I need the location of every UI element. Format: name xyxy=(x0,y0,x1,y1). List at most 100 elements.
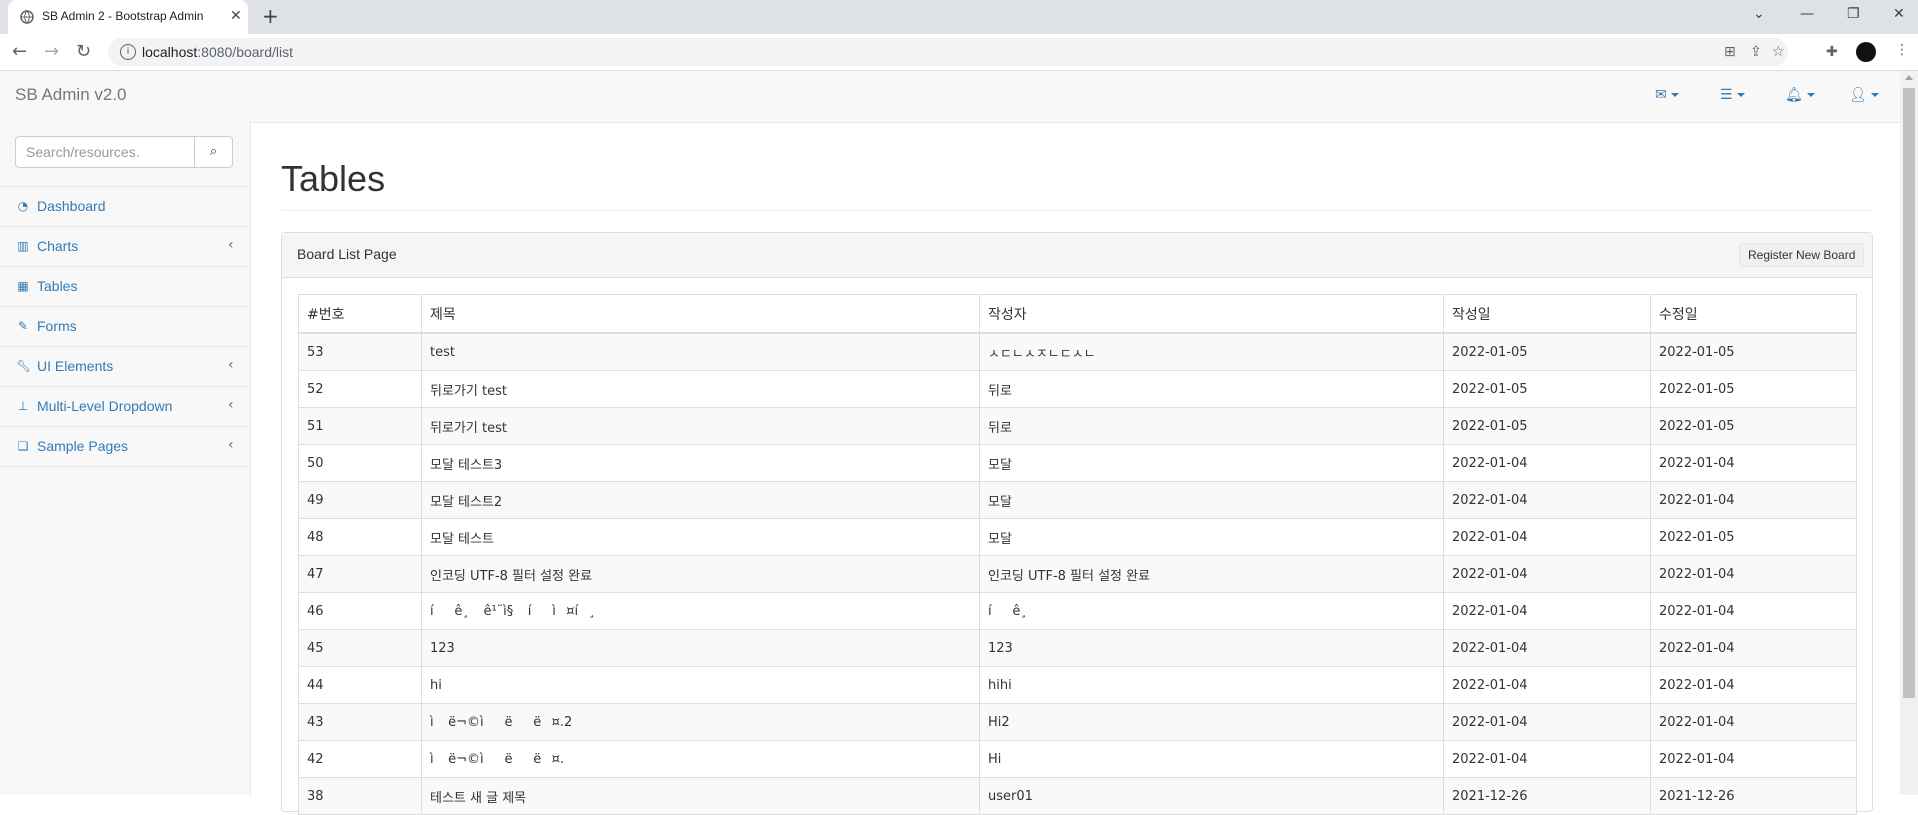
cell-title[interactable]: íê¸ ê¹¨ì§ í ì¤í¸ xyxy=(421,592,980,630)
cell-title[interactable]: hi xyxy=(421,666,980,704)
envelope-icon[interactable]: ✉ xyxy=(1655,87,1679,103)
edit-icon: ✎ xyxy=(17,319,29,333)
table-body: 53 test ㅅㄷㄴㅅㅈㄴㄷㅅㄴ 2022-01-05 2022-01-05 52 뒤로가… xyxy=(298,332,1857,815)
cell-regdate: 2022-01-04 xyxy=(1443,740,1651,778)
translate-icon[interactable]: ⊞ xyxy=(1724,44,1740,60)
cell-title[interactable]: ì ë¬©ìëë¤. xyxy=(421,740,980,778)
table-row[interactable]: 50 모달 테스트3 모달 2022-01-04 2022-01-04 xyxy=(298,444,1857,482)
cell-number: 42 xyxy=(298,740,422,778)
cell-title[interactable]: 인코딩 UTF-8 필터 설정 완료 xyxy=(421,555,980,593)
search-input[interactable]: Search/resources. xyxy=(15,136,195,168)
search-button[interactable]: ⌕ xyxy=(195,136,233,168)
url-text[interactable]: localhost:8080/board/list xyxy=(142,44,293,60)
sidebar-item-label: Forms xyxy=(37,318,77,334)
cell-title[interactable]: 뒤로가기 test xyxy=(421,370,980,408)
cell-writer: ㅅㄷㄴㅅㅈㄴㄷㅅㄴ xyxy=(979,332,1444,371)
bar-chart-icon: ▥ xyxy=(17,239,29,253)
forward-icon[interactable]: → xyxy=(44,41,59,62)
table-row[interactable]: 43 ì ë¬©ìëë¤.2 Hi2 2022-01-04 2022-01-… xyxy=(298,703,1857,741)
brand-title[interactable]: SB Admin v2.0 xyxy=(15,85,127,105)
cell-number: 48 xyxy=(298,518,422,556)
cell-regdate: 2022-01-05 xyxy=(1443,332,1651,371)
share-icon[interactable]: ⇪ xyxy=(1750,44,1766,60)
table-row[interactable]: 45 123 123 2022-01-04 2022-01-04 xyxy=(298,629,1857,667)
browser-tab[interactable]: SB Admin 2 - Bootstrap Admin ✕ xyxy=(8,0,248,34)
table-row[interactable]: 48 모달 테스트 모달 2022-01-04 2022-01-05 xyxy=(298,518,1857,556)
column-header-title[interactable]: 제목 xyxy=(421,294,980,334)
top-navbar: SB Admin v2.0 ✉ ☰ 🔔︎ 👤︎ xyxy=(0,71,1900,123)
table-row[interactable]: 38 테스트 새 글 제목 user01 2021-12-26 2021-12-26 xyxy=(298,777,1857,815)
restore-icon[interactable]: ❐ xyxy=(1847,6,1860,22)
cell-title[interactable]: test xyxy=(421,332,980,371)
sidebar-item-ui-elements[interactable]: 🔧︎ UI Elements ‹ xyxy=(0,347,250,387)
cell-title[interactable]: 123 xyxy=(421,629,980,667)
cell-title[interactable]: 테스트 새 글 제목 xyxy=(421,777,980,815)
column-header-writer[interactable]: 작성자 xyxy=(979,294,1444,334)
cell-title[interactable]: 모달 테스트2 xyxy=(421,481,980,519)
minimize-icon[interactable]: — xyxy=(1800,6,1814,22)
extensions-icon[interactable]: ✚ xyxy=(1826,44,1842,60)
cell-title[interactable]: 모달 테스트 xyxy=(421,518,980,556)
site-info-icon[interactable]: i xyxy=(120,44,136,60)
sidebar-item-sample-pages[interactable]: ❏ Sample Pages ‹ xyxy=(0,427,250,467)
cell-regdate: 2022-01-05 xyxy=(1443,407,1651,445)
page-title: Tables xyxy=(281,158,386,199)
column-header-regdate[interactable]: 작성일 xyxy=(1443,294,1651,334)
cell-writer: 인코딩 UTF-8 필터 설정 완료 xyxy=(979,555,1444,593)
window-close-icon[interactable]: ✕ xyxy=(1893,6,1905,22)
cell-updatedate: 2022-01-05 xyxy=(1650,407,1857,445)
cell-updatedate: 2022-01-04 xyxy=(1650,740,1857,778)
cell-updatedate: 2022-01-04 xyxy=(1650,629,1857,667)
register-new-board-button[interactable]: Register New Board xyxy=(1739,243,1865,267)
scroll-up-icon[interactable] xyxy=(1905,75,1913,80)
sitemap-icon: ⊥ xyxy=(17,399,29,413)
table-row[interactable]: 51 뒤로가기 test 뒤로 2022-01-05 2022-01-05 xyxy=(298,407,1857,445)
tab-close-icon[interactable]: ✕ xyxy=(230,8,242,24)
tab-search-icon[interactable]: ⌄ xyxy=(1753,6,1765,22)
browser-menu-icon[interactable]: ⋮ xyxy=(1895,42,1911,58)
sidebar-item-label: Multi-Level Dropdown xyxy=(37,398,173,414)
cell-writer: 123 xyxy=(979,629,1444,667)
table-row[interactable]: 42 ì ë¬©ìëë¤. Hi 2022-01-04 2022-01-04 xyxy=(298,740,1857,778)
user-icon[interactable]: 👤︎ xyxy=(1849,87,1879,103)
cell-writer: Hi xyxy=(979,740,1444,778)
reload-icon[interactable]: ↻ xyxy=(76,41,91,62)
cell-regdate: 2022-01-04 xyxy=(1443,629,1651,667)
sidebar-item-label: Tables xyxy=(37,278,78,294)
column-header-updatedate[interactable]: 수정일 xyxy=(1650,294,1857,334)
address-bar[interactable]: i localhost:8080/board/list ⊞ ⇪ ☆ xyxy=(108,38,1788,66)
table-row[interactable]: 53 test ㅅㄷㄴㅅㅈㄴㄷㅅㄴ 2022-01-05 2022-01-05 xyxy=(298,332,1857,371)
cell-title[interactable]: 뒤로가기 test xyxy=(421,407,980,445)
page-scrollbar[interactable] xyxy=(1900,71,1918,795)
bell-icon[interactable]: 🔔︎ xyxy=(1785,87,1815,103)
table-row[interactable]: 44 hi hihi 2022-01-04 2022-01-04 xyxy=(298,666,1857,704)
cell-regdate: 2021-12-26 xyxy=(1443,777,1651,815)
table-row[interactable]: 52 뒤로가기 test 뒤로 2022-01-05 2022-01-05 xyxy=(298,370,1857,408)
cell-title[interactable]: ì ë¬©ìëë¤.2 xyxy=(421,703,980,741)
cell-title[interactable]: 모달 테스트3 xyxy=(421,444,980,482)
browser-tabstrip: SB Admin 2 - Bootstrap Admin ✕ + ⌄ — ❐ ✕ xyxy=(0,0,1918,34)
cell-regdate: 2022-01-04 xyxy=(1443,703,1651,741)
chevron-left-icon: ‹ xyxy=(228,357,234,373)
bookmark-star-icon[interactable]: ☆ xyxy=(1772,44,1788,60)
url-path: :8080/board/list xyxy=(197,44,293,60)
sidebar-item-forms[interactable]: ✎ Forms xyxy=(0,307,250,347)
sidebar-item-dashboard[interactable]: ◔ Dashboard xyxy=(0,187,250,227)
column-header-number[interactable]: #번호 xyxy=(298,294,422,334)
globe-icon xyxy=(20,10,34,24)
table-row[interactable]: 47 인코딩 UTF-8 필터 설정 완료 인코딩 UTF-8 필터 설정 완료 20… xyxy=(298,555,1857,593)
sidebar-item-tables[interactable]: ▦ Tables xyxy=(0,267,250,307)
sidebar-item-multi-level-dropdown[interactable]: ⊥ Multi-Level Dropdown ‹ xyxy=(0,387,250,427)
cell-regdate: 2022-01-04 xyxy=(1443,666,1651,704)
cell-number: 45 xyxy=(298,629,422,667)
scrollbar-thumb[interactable] xyxy=(1903,88,1915,698)
cell-number: 43 xyxy=(298,703,422,741)
profile-avatar[interactable] xyxy=(1856,42,1876,62)
back-icon[interactable]: ← xyxy=(12,41,27,62)
table-row[interactable]: 46 íê¸ ê¹¨ì§ í ì¤í¸ íê¸ 2022-01-0… xyxy=(298,592,1857,630)
sidebar-item-charts[interactable]: ▥ Charts ‹ xyxy=(0,227,250,267)
chevron-left-icon: ‹ xyxy=(228,437,234,453)
tasks-icon[interactable]: ☰ xyxy=(1720,87,1745,103)
new-tab-icon[interactable]: + xyxy=(262,4,279,28)
table-row[interactable]: 49 모달 테스트2 모달 2022-01-04 2022-01-04 xyxy=(298,481,1857,519)
